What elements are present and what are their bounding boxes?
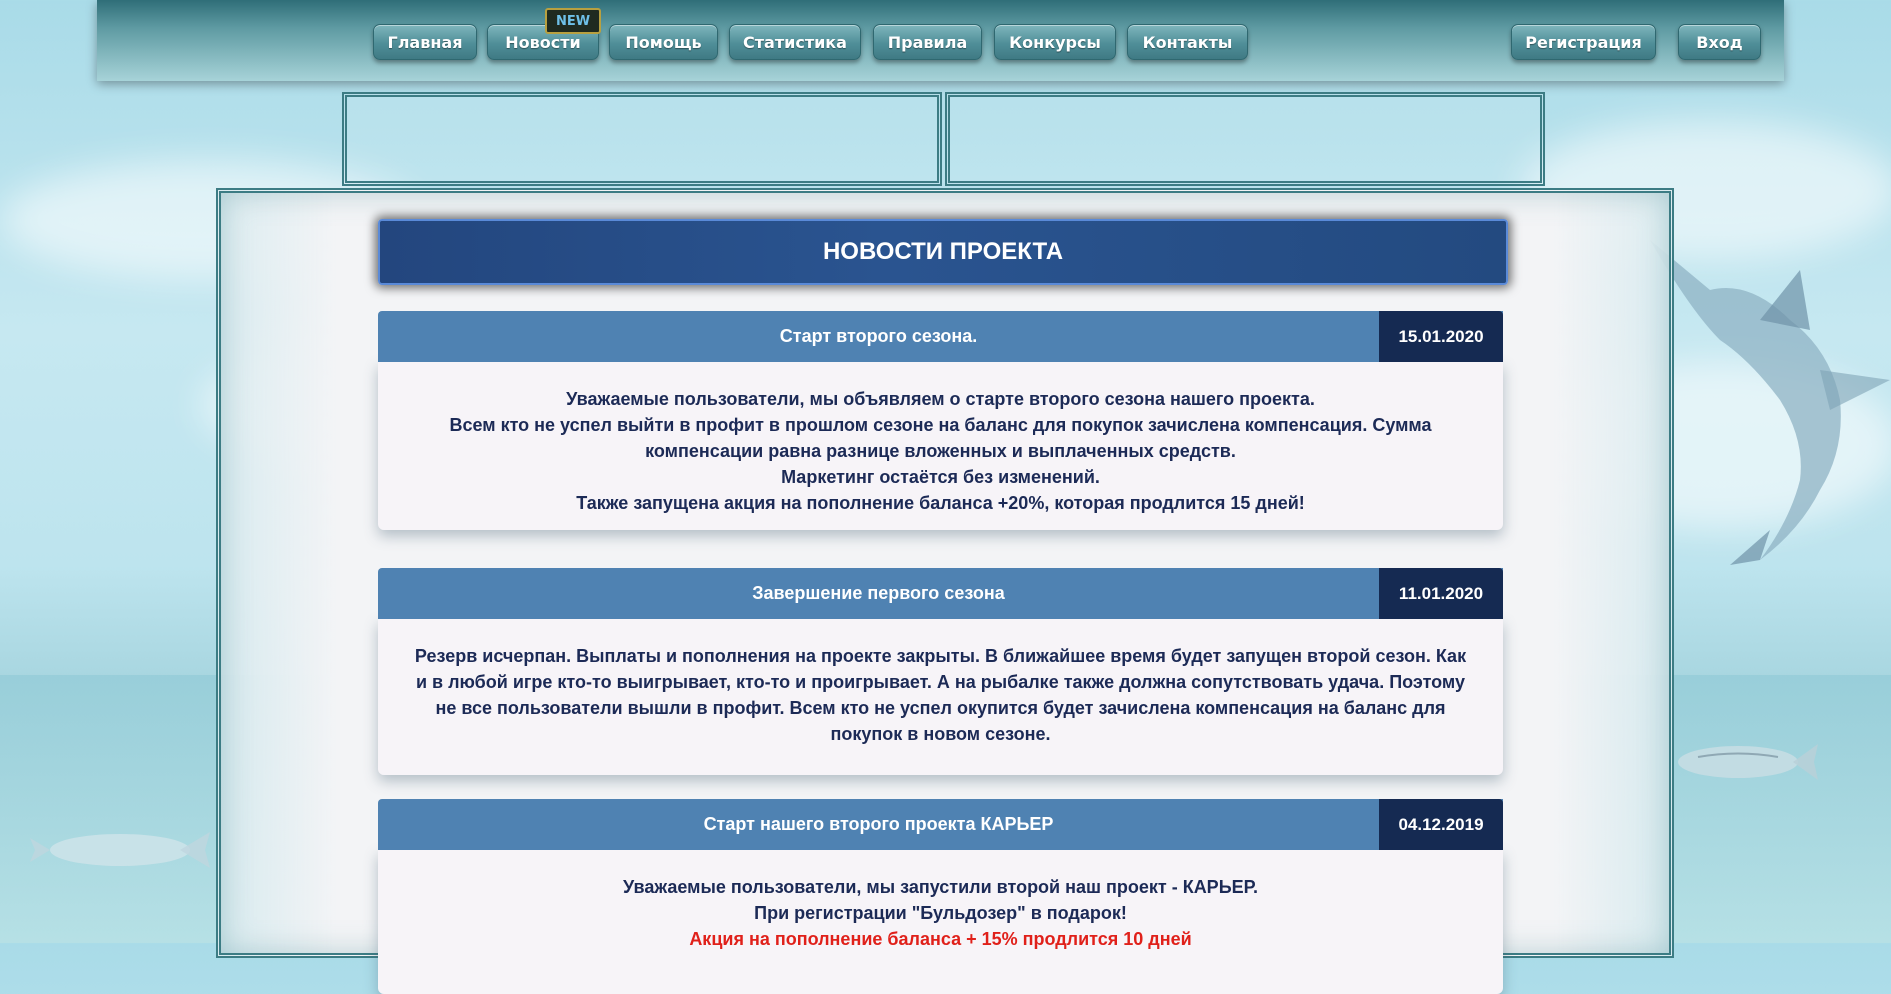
page-title: НОВОСТИ ПРОЕКТА [378, 219, 1508, 285]
news-card-header: Завершение первого сезона 11.01.2020 [378, 568, 1503, 619]
news-promo-line: Акция на пополнение баланса + 15% продли… [689, 929, 1192, 949]
register-button[interactable]: Регистрация [1511, 24, 1656, 60]
nav-help-button[interactable]: Помощь [609, 24, 718, 60]
news-body: Уважаемые пользователи, мы объявляем о с… [378, 362, 1503, 530]
banner-slot-left[interactable] [342, 92, 942, 186]
news-text-line: Резерв исчерпан. Выплаты и пополнения на… [414, 646, 1467, 744]
nav-rules-button[interactable]: Правила [873, 24, 982, 60]
news-title: Завершение первого сезона [752, 583, 1005, 603]
news-body: Уважаемые пользователи, мы запустили вто… [378, 850, 1503, 994]
news-body: Резерв исчерпан. Выплаты и пополнения на… [378, 619, 1503, 775]
news-card-header: Старт нашего второго проекта КАРЬЕР 04.1… [378, 799, 1503, 850]
nav-contacts-button[interactable]: Контакты [1127, 24, 1248, 60]
news-text-line: Маркетинг остаётся без изменений. [781, 467, 1100, 487]
nav-home-button[interactable]: Главная [373, 24, 477, 60]
news-text-line: Уважаемые пользователи, мы объявляем о с… [566, 389, 1315, 409]
banner-slot-right[interactable] [945, 92, 1545, 186]
fish-illustration [30, 832, 210, 868]
news-text-line: Уважаемые пользователи, мы запустили вто… [623, 877, 1258, 897]
news-date: 04.12.2019 [1379, 799, 1503, 850]
news-date: 11.01.2020 [1379, 568, 1503, 619]
news-text-line: Также запущена акция на пополнение балан… [576, 493, 1305, 513]
news-card: Завершение первого сезона 11.01.2020 Рез… [378, 568, 1503, 775]
news-date: 15.01.2020 [1379, 311, 1503, 362]
nav-statistics-button[interactable]: Статистика [729, 24, 861, 60]
marlin-illustration [1650, 240, 1890, 565]
new-badge: NEW [545, 8, 601, 34]
login-button[interactable]: Вход [1678, 24, 1761, 60]
news-text-line: Всем кто не успел выйти в профит в прошл… [449, 415, 1432, 461]
nav-contests-button[interactable]: Конкурсы [994, 24, 1116, 60]
news-card-header: Старт второго сезона. 15.01.2020 [378, 311, 1503, 362]
news-title: Старт нашего второго проекта КАРЬЕР [703, 814, 1054, 834]
news-card: Старт второго сезона. 15.01.2020 Уважаем… [378, 311, 1503, 530]
news-card: Старт нашего второго проекта КАРЬЕР 04.1… [378, 799, 1503, 994]
news-title: Старт второго сезона. [779, 326, 978, 346]
fish-illustration [1678, 744, 1818, 780]
news-text-line: При регистрации "Бульдозер" в подарок! [754, 903, 1127, 923]
